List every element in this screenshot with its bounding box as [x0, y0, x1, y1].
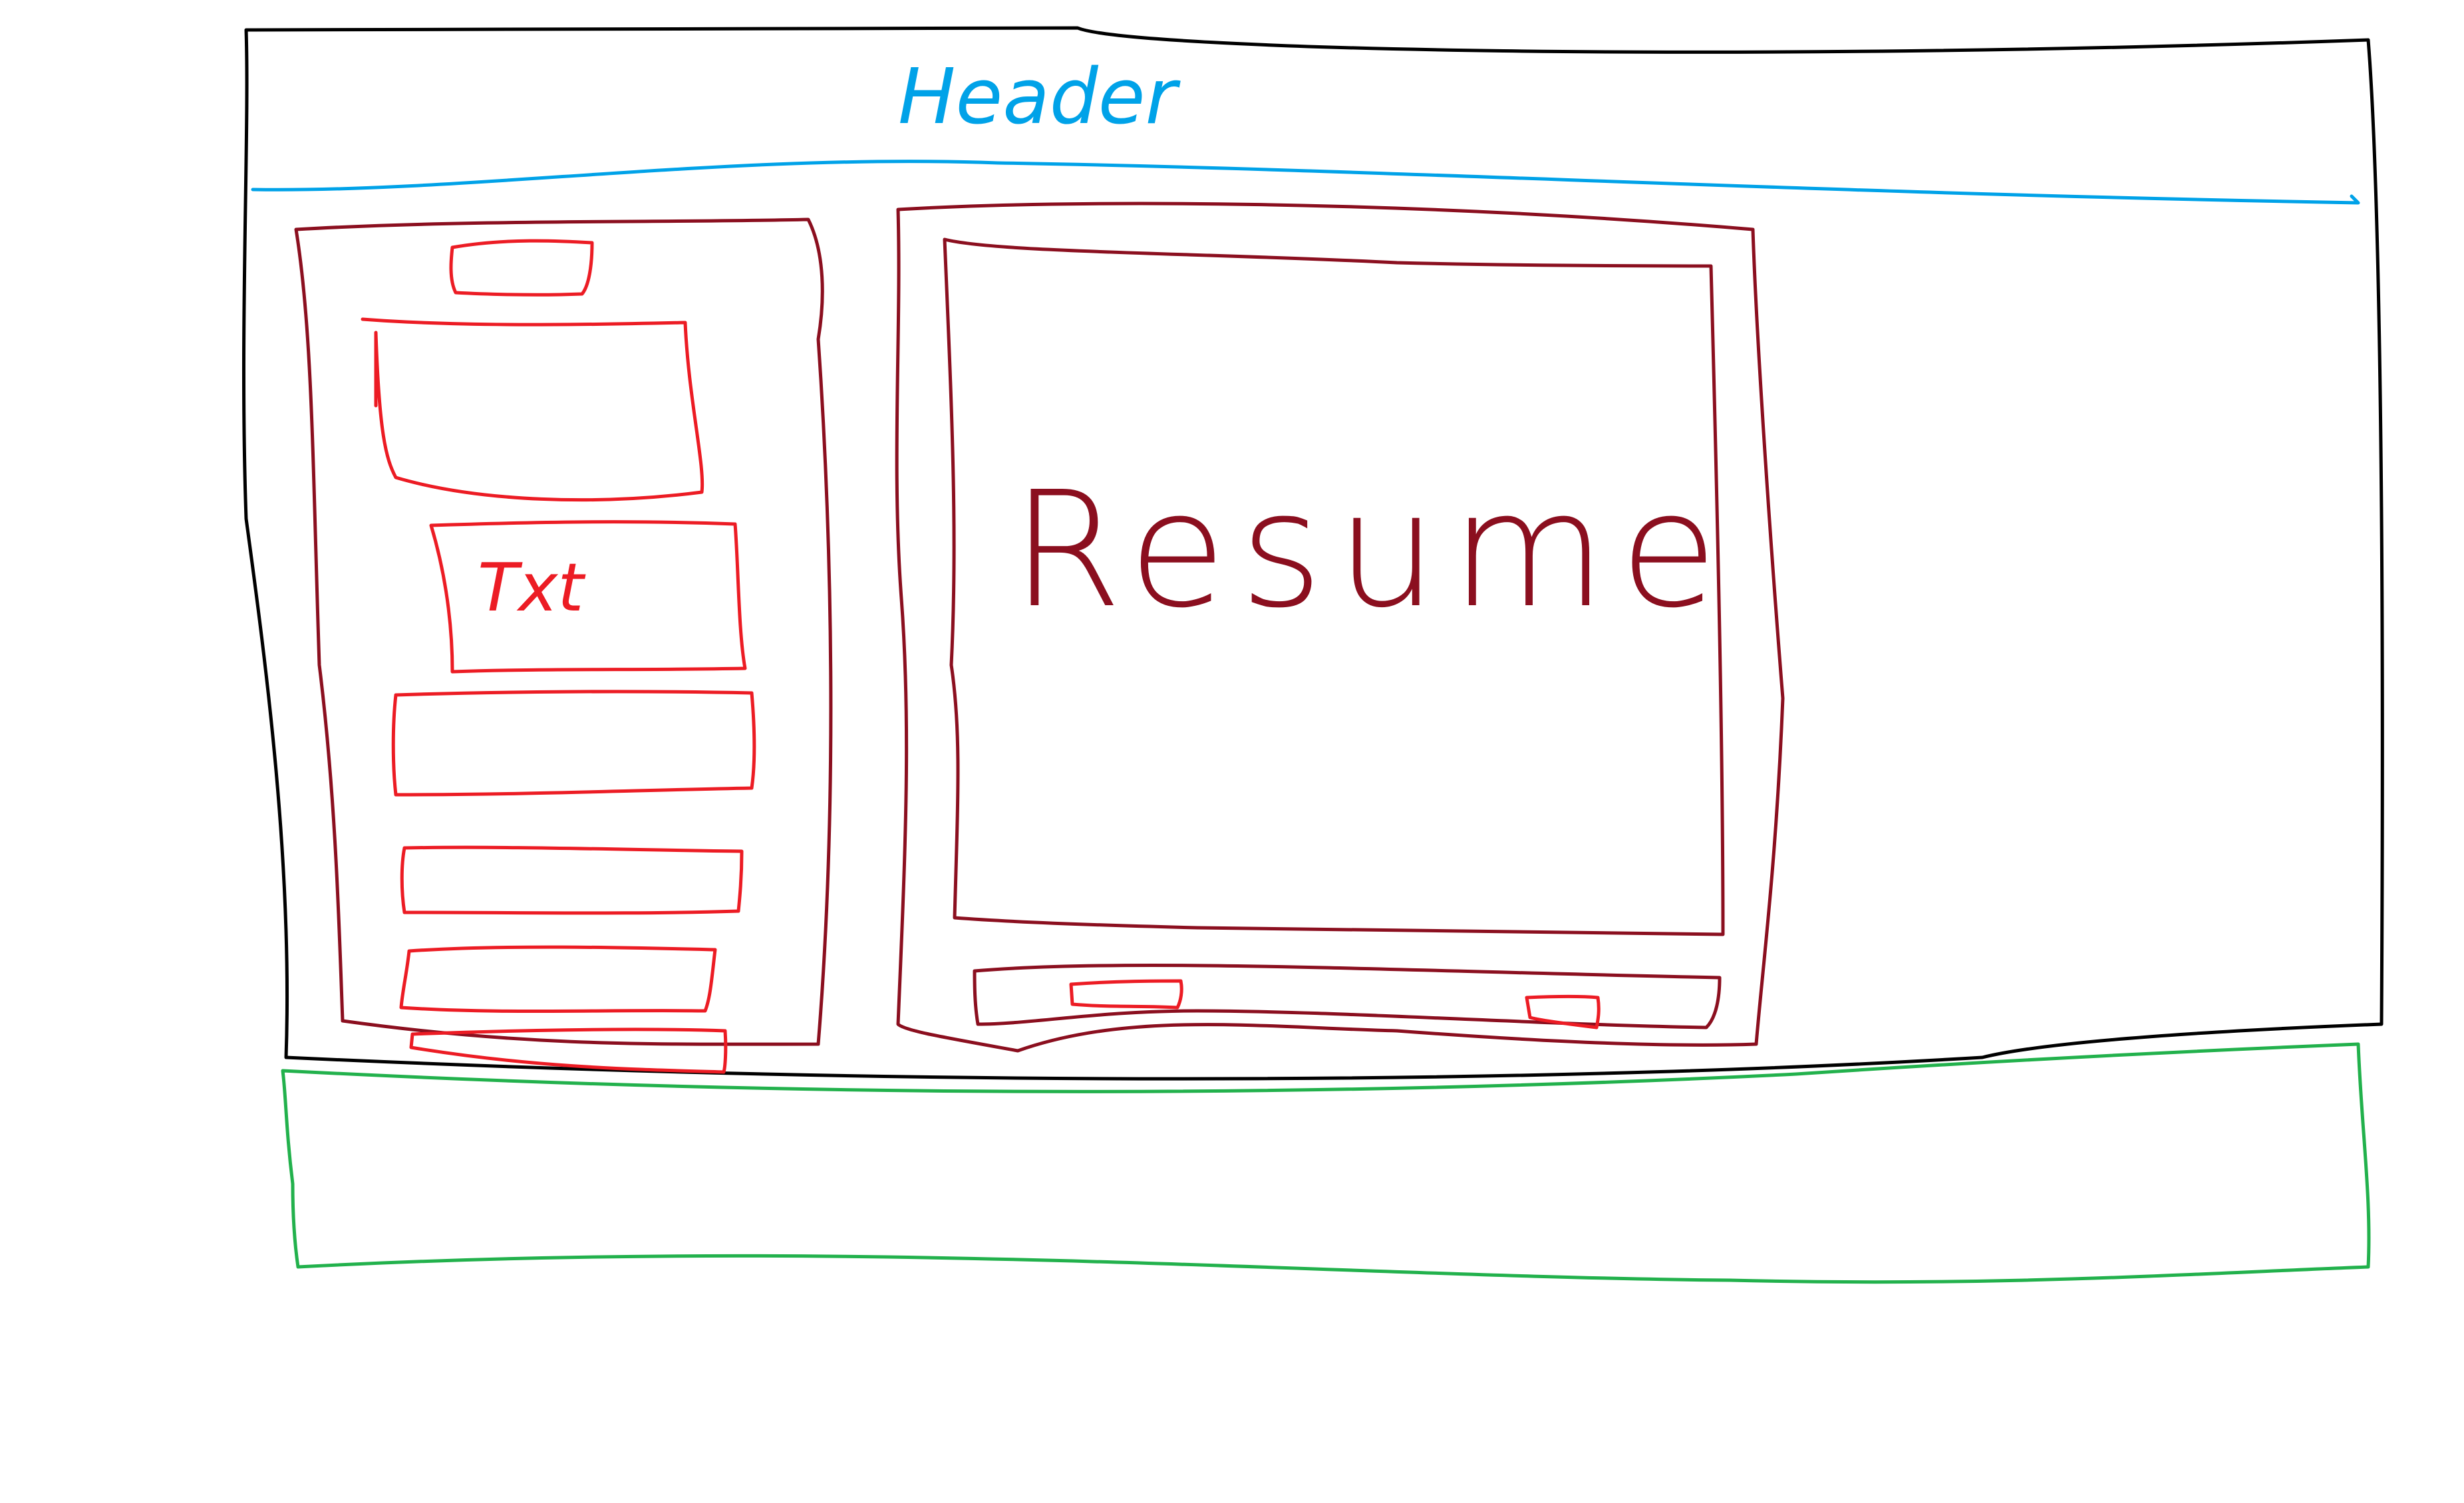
- header-divider: [251, 160, 2360, 205]
- sidebar-box-3: [391, 690, 756, 797]
- wireframe-sketch: Header Txt Resume: [241, 26, 2384, 1284]
- resume-toolbar: [973, 963, 1722, 1029]
- resume-label: Resume: [1011, 457, 1731, 643]
- header-label: Header: [898, 53, 1181, 142]
- sidebar-top-tab: [449, 239, 594, 297]
- resume-prev-button[interactable]: [1069, 979, 1183, 1010]
- sidebar-box-1: [361, 317, 704, 502]
- sidebar-box-4: [400, 845, 744, 915]
- sidebar-box-5: [399, 945, 717, 1014]
- sidebar-text-label: Txt: [478, 549, 586, 626]
